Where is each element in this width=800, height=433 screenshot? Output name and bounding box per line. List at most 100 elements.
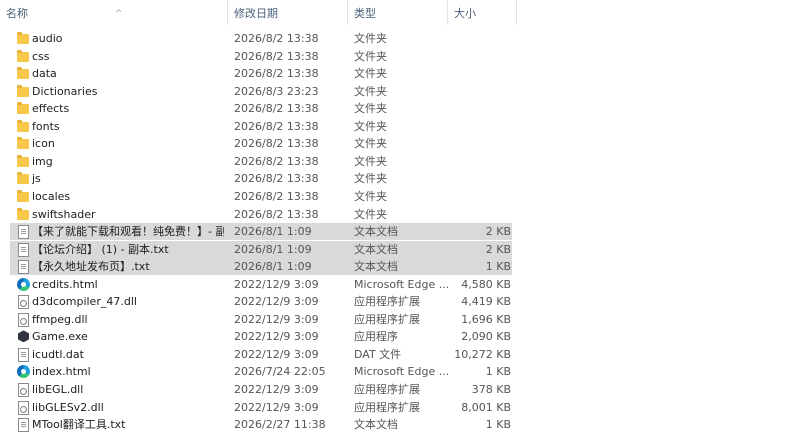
folder-icon: [16, 31, 30, 46]
file-row[interactable]: 【来了就能下载和观看！纯免费！】- 副... 2026/8/1 1:09 文本文档 2…: [10, 223, 512, 241]
file-row[interactable]: libEGL.dll 2022/12/9 3:09 应用程序扩展 378 KB: [10, 381, 512, 398]
file-size: 1 KB: [485, 260, 511, 274]
file-row[interactable]: audio 2026/8/2 13:38 文件夹: [10, 30, 512, 47]
file-size: 10,272 KB: [454, 347, 511, 361]
file-date-modified: 2026/2/27 11:38: [234, 418, 326, 432]
file-name: d3dcompiler_47.dll: [32, 295, 137, 309]
file-type: 应用程序扩展: [354, 400, 420, 414]
file-row[interactable]: effects 2026/8/2 13:38 文件夹: [10, 100, 512, 117]
file-type: 应用程序扩展: [354, 295, 420, 309]
file-name: 【永久地址发布页】.txt: [32, 260, 150, 274]
file-name: fonts: [32, 119, 60, 133]
column-header-size[interactable]: 大小: [448, 0, 517, 25]
file-date-modified: 2026/8/2 13:38: [234, 119, 319, 133]
game-exe-icon: [16, 329, 30, 344]
file-date-modified: 2022/12/9 3:09: [234, 400, 319, 414]
folder-icon: [16, 119, 30, 134]
dll-icon: [16, 382, 30, 397]
file-type: 文本文档: [354, 242, 398, 256]
file-row[interactable]: 【永久地址发布页】.txt 2026/8/1 1:09 文本文档 1 KB: [10, 258, 512, 276]
column-header-type-label: 类型: [354, 7, 376, 20]
column-header-date-label: 修改日期: [234, 7, 278, 20]
file-type: 文本文档: [354, 418, 398, 432]
file-name: data: [32, 67, 57, 81]
file-name: Game.exe: [32, 330, 88, 344]
file-row[interactable]: swiftshader 2026/8/2 13:38 文件夹: [10, 206, 512, 223]
file-row[interactable]: icon 2026/8/2 13:38 文件夹: [10, 135, 512, 152]
file-name: credits.html: [32, 277, 98, 291]
file-size: 4,580 KB: [461, 277, 511, 291]
file-name: MTool翻译工具.txt: [32, 418, 126, 432]
file-name: locales: [32, 189, 71, 203]
edge-icon: [16, 277, 30, 292]
file-type: 文件夹: [354, 49, 387, 63]
column-header-date[interactable]: 修改日期: [228, 0, 348, 25]
folder-icon: [16, 49, 30, 64]
file-row[interactable]: locales 2026/8/2 13:38 文件夹: [10, 188, 512, 205]
file-size: 1 KB: [485, 418, 511, 432]
file-type: 文件夹: [354, 154, 387, 168]
file-name: Dictionaries: [32, 84, 98, 98]
text-document-icon: [16, 224, 30, 240]
file-row[interactable]: MTool翻译工具.txt 2026/2/27 11:38 文本文档 1 KB: [10, 416, 512, 433]
file-date-modified: 2026/8/2 13:38: [234, 49, 319, 63]
file-type: 文件夹: [354, 119, 387, 133]
file-size: [450, 170, 511, 187]
file-date-modified: 2026/8/3 23:23: [234, 84, 319, 98]
file-date-modified: 2026/8/2 13:38: [234, 172, 319, 186]
dll-icon: [16, 312, 30, 327]
file-row[interactable]: credits.html 2022/12/9 3:09 Microsoft Edge…: [10, 276, 512, 293]
file-date-modified: 2026/8/1 1:09: [234, 260, 312, 274]
file-row[interactable]: icudtl.dat 2022/12/9 3:09 DAT 文件 10,272 KB: [10, 346, 512, 363]
file-date-modified: 2026/8/1 1:09: [234, 225, 312, 239]
folder-icon: [16, 189, 30, 204]
file-date-modified: 2026/7/24 22:05: [234, 365, 326, 379]
file-size: [450, 135, 511, 152]
file-date-modified: 2026/8/2 13:38: [234, 67, 319, 81]
file-type: 文件夹: [354, 207, 387, 221]
file-row[interactable]: fonts 2026/8/2 13:38 文件夹: [10, 118, 512, 135]
file-size: 2,090 KB: [461, 330, 511, 344]
file-name: audio: [32, 32, 63, 45]
file-date-modified: 2026/8/2 13:38: [234, 207, 319, 221]
column-header-name[interactable]: 名称 ^: [0, 0, 228, 25]
file-name: icudtl.dat: [32, 347, 84, 361]
file-date-modified: 2022/12/9 3:09: [234, 312, 319, 326]
file-size: [450, 30, 511, 47]
text-document-icon: [16, 242, 30, 257]
file-row[interactable]: 【论坛介绍】 (1) - 副本.txt 2026/8/1 1:09 文本文档 2 KB: [10, 240, 512, 258]
file-row[interactable]: Game.exe 2022/12/9 3:09 应用程序 2,090 KB: [10, 328, 512, 345]
file-row[interactable]: css 2026/8/2 13:38 文件夹: [10, 48, 512, 65]
file-row[interactable]: Dictionaries 2026/8/3 23:23 文件夹: [10, 83, 512, 100]
file-size: 2 KB: [485, 225, 511, 239]
column-header-size-label: 大小: [454, 7, 476, 20]
column-header-name-label: 名称: [6, 7, 28, 20]
file-row[interactable]: index.html 2026/7/24 22:05 Microsoft Edge …: [10, 363, 512, 380]
file-size: [450, 153, 511, 170]
file-row[interactable]: data 2026/8/2 13:38 文件夹: [10, 65, 512, 82]
file-name: icon: [32, 137, 55, 151]
file-size: [450, 188, 511, 205]
file-type: 应用程序: [354, 330, 398, 344]
file-type: 文件夹: [354, 84, 387, 98]
file-date-modified: 2022/12/9 3:09: [234, 277, 319, 291]
folder-icon: [16, 136, 30, 151]
file-size: 1,696 KB: [461, 312, 511, 326]
file-row[interactable]: js 2026/8/2 13:38 文件夹: [10, 170, 512, 187]
file-name: swiftshader: [32, 207, 96, 221]
file-size: [450, 118, 511, 135]
folder-icon: [16, 207, 30, 222]
file-row[interactable]: libGLESv2.dll 2022/12/9 3:09 应用程序扩展 8,001 K…: [10, 399, 512, 416]
file-row[interactable]: img 2026/8/2 13:38 文件夹: [10, 153, 512, 170]
dll-icon: [16, 400, 30, 415]
file-row[interactable]: d3dcompiler_47.dll 2022/12/9 3:09 应用程序扩展 4,…: [10, 293, 512, 310]
file-name: effects: [32, 102, 70, 116]
file-type: 文件夹: [354, 32, 387, 45]
file-row[interactable]: ffmpeg.dll 2022/12/9 3:09 应用程序扩展 1,696 KB: [10, 311, 512, 328]
file-type: 文件夹: [354, 172, 387, 186]
column-header-type[interactable]: 类型: [348, 0, 448, 25]
folder-icon: [16, 84, 30, 99]
file-name: libGLESv2.dll: [32, 400, 104, 414]
column-header-bar: 名称 ^ 修改日期 类型 大小: [0, 0, 800, 25]
file-date-modified: 2022/12/9 3:09: [234, 295, 319, 309]
